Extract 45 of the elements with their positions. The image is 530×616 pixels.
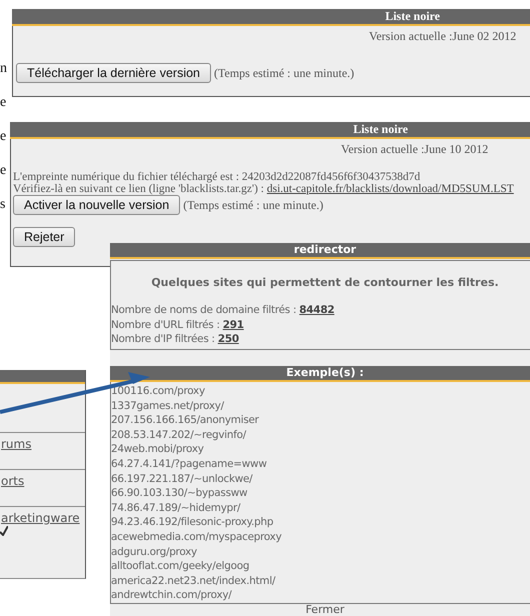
example-url: 1337games.net/proxy/ bbox=[111, 398, 225, 414]
example-url: 74.86.47.189/~hidemypr/ bbox=[111, 500, 242, 516]
reject-button[interactable]: Rejeter bbox=[13, 227, 76, 247]
example-url: 24web.mobi/proxy bbox=[111, 442, 205, 458]
stat-line: Nombre de noms de domaine filtrés : 84482 bbox=[111, 303, 336, 318]
example-url: 207.156.166.165/anonymiser bbox=[111, 413, 260, 428]
page-text-fragment: n bbox=[0, 60, 7, 78]
example-url: andrewtchin.com/proxy/ bbox=[111, 588, 233, 603]
examples-header: Exemple(s) : bbox=[110, 366, 530, 382]
page-text-fragment: e bbox=[0, 128, 7, 146]
panel-header: Liste noire bbox=[12, 9, 530, 26]
page-text-fragment: e bbox=[0, 94, 7, 112]
stat-line: Nombre d'URL filtrés : 291 bbox=[111, 318, 245, 332]
activate-button[interactable]: Activer la nouvelle version bbox=[13, 195, 180, 215]
example-url: 100116.com/proxy bbox=[111, 384, 206, 399]
download-button[interactable]: Télécharger la dernière version bbox=[16, 63, 212, 83]
example-url: america22.net23.net/index.html/ bbox=[111, 574, 276, 588]
time-estimate-text: (Temps estimé : une minute.) bbox=[214, 66, 354, 80]
close-link[interactable]: Fermer bbox=[110, 604, 530, 616]
dialog-header: redirector bbox=[110, 243, 530, 259]
category-link[interactable]: arketingware bbox=[1, 507, 80, 526]
time-estimate-text: (Temps estimé : une minute.) bbox=[183, 198, 324, 212]
category-link[interactable]: orts bbox=[1, 470, 24, 489]
example-url: 66.197.221.187/~unlockwe/ bbox=[111, 472, 254, 486]
example-url: 208.53.147.202/~regvinfo/ bbox=[111, 428, 248, 442]
example-url: acewebmedia.com/myspaceproxy bbox=[111, 530, 283, 545]
example-url: adguru.org/proxy bbox=[111, 544, 198, 560]
example-url: 64.27.4.141/?pagename=www bbox=[111, 457, 268, 472]
stat-line: Nombre d'IP filtrées : 250 bbox=[111, 332, 240, 347]
checksum-text: L'empreinte numérique du fichier téléchargé est : 24203d2d22087fd456f6f30437538d7d bbox=[13, 171, 422, 183]
panel-header: Liste noire bbox=[10, 122, 530, 139]
example-url: 94.23.46.192/filesonic-proxy.php bbox=[111, 515, 274, 530]
page-text-fragment: s bbox=[0, 196, 6, 214]
page-text-fragment: e bbox=[0, 162, 7, 180]
count-link[interactable]: 84482 bbox=[299, 304, 334, 316]
example-url: 66.90.103.130/~bypassww bbox=[111, 486, 248, 501]
count-link[interactable]: 250 bbox=[218, 333, 239, 346]
example-url: alltooflat.com/geeky/elgoog bbox=[111, 559, 250, 574]
checksum-link[interactable]: dsi.ut-capitole.fr/blacklists/download/MD5SUM.LST bbox=[266, 183, 514, 195]
summary-heading: Quelques sites qui permettent de contourner les filtres. bbox=[150, 276, 500, 289]
version-text: Version actuelle :June 10 2012 bbox=[340, 142, 490, 157]
count-link[interactable]: 291 bbox=[222, 318, 244, 331]
category-link[interactable]: rums bbox=[1, 433, 32, 452]
version-text: Version actuelle :June 02 2012 bbox=[368, 29, 518, 44]
verify-text: Vérifiez-là en suivant ce lien (ligne 'blacklists.tar.gz') : dsi.ut-capitole.fr/blacklists/download/MD5SUM.LST bbox=[13, 183, 515, 195]
